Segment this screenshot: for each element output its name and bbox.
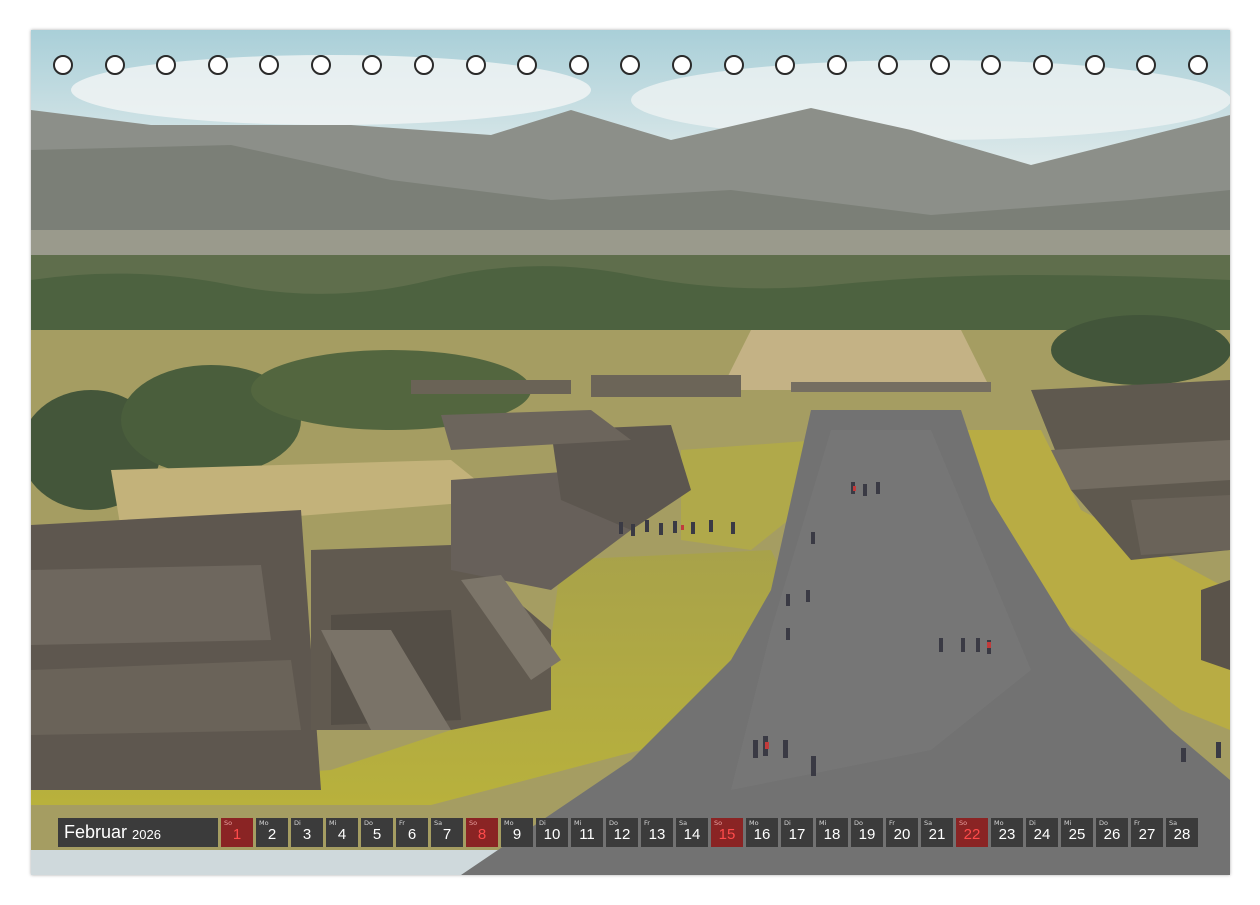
day-number: 11 (579, 826, 595, 843)
day-cell: Di 10 (536, 818, 568, 847)
day-cell: Mo 23 (991, 818, 1023, 847)
day-number: 22 (963, 826, 981, 843)
day-cell: Mi 4 (326, 818, 358, 847)
day-number: 27 (1138, 826, 1156, 843)
day-cell: Fr 6 (396, 818, 428, 847)
day-cell: Mo 2 (256, 818, 288, 847)
day-cell: So 8 (466, 818, 498, 847)
day-cell: Fr 20 (886, 818, 918, 847)
day-cell: Do 5 (361, 818, 393, 847)
binding-hole (1136, 55, 1157, 75)
day-number: 28 (1173, 826, 1191, 843)
day-cell: Sa 28 (1166, 818, 1198, 847)
day-number: 5 (372, 826, 382, 843)
binding-hole (981, 55, 1002, 75)
day-number: 15 (718, 826, 736, 843)
binding-hole (1032, 55, 1053, 75)
binding-hole (775, 55, 796, 75)
day-cell: Fr 27 (1131, 818, 1163, 847)
day-cell: Fr 13 (641, 818, 673, 847)
binding-hole (517, 55, 538, 75)
day-number: 24 (1033, 826, 1051, 843)
day-number: 20 (893, 826, 911, 843)
day-number: 13 (648, 826, 666, 843)
binding-hole (826, 55, 847, 75)
calendar-page: Februar 2026 So 1 Mo 2 Di 3 Mi 4 Do 5 Fr 6 Sa 7 So 8 Mo 9… (31, 30, 1230, 875)
day-cell: Mo 16 (746, 818, 778, 847)
day-number: 16 (753, 826, 771, 843)
day-number: 6 (407, 826, 417, 843)
binding-holes (53, 55, 1208, 79)
day-number: 10 (543, 826, 561, 843)
day-cell: So 1 (221, 818, 253, 847)
binding-hole (1187, 55, 1208, 75)
day-number: 25 (1068, 826, 1086, 843)
binding-hole (620, 55, 641, 75)
day-number: 12 (613, 826, 631, 843)
binding-hole (259, 55, 280, 75)
landscape-photo (31, 30, 1230, 875)
year-label: 2026 (132, 826, 161, 842)
binding-hole (723, 55, 744, 75)
day-number: 3 (302, 826, 312, 843)
day-number: 19 (858, 826, 876, 843)
day-number: 14 (683, 826, 701, 843)
day-number: 8 (477, 826, 487, 843)
day-cell: Do 12 (606, 818, 638, 847)
month-name: Februar (64, 822, 128, 842)
day-cell: So 15 (711, 818, 743, 847)
day-number: 2 (267, 826, 277, 843)
binding-hole (310, 55, 331, 75)
day-number: 18 (823, 826, 841, 843)
day-cell: So 22 (956, 818, 988, 847)
day-number: 4 (337, 826, 347, 843)
calendar-bar: Februar 2026 So 1 Mo 2 Di 3 Mi 4 Do 5 Fr 6 Sa 7 So 8 Mo 9… (58, 817, 1203, 848)
day-cell: Mo 9 (501, 818, 533, 847)
day-cell: Mi 25 (1061, 818, 1093, 847)
day-cell: Do 26 (1096, 818, 1128, 847)
binding-hole (207, 55, 228, 75)
day-cell: Sa 7 (431, 818, 463, 847)
day-strip: So 1 Mo 2 Di 3 Mi 4 Do 5 Fr 6 Sa 7 So 8 Mo 9 Di 10 Mi 11 Do 12 F… (221, 818, 1198, 847)
binding-hole (1084, 55, 1105, 75)
day-cell: Mi 18 (816, 818, 848, 847)
day-number: 23 (998, 826, 1016, 843)
day-number: 9 (512, 826, 522, 843)
day-cell: Di 17 (781, 818, 813, 847)
day-number: 26 (1103, 826, 1121, 843)
month-label: Februar 2026 (58, 818, 218, 847)
day-cell: Di 3 (291, 818, 323, 847)
binding-hole (671, 55, 692, 75)
day-number: 7 (442, 826, 452, 843)
day-cell: Sa 14 (676, 818, 708, 847)
binding-hole (414, 55, 435, 75)
binding-hole (53, 55, 73, 75)
day-cell: Mi 11 (571, 818, 603, 847)
binding-hole (568, 55, 589, 75)
day-cell: Sa 21 (921, 818, 953, 847)
day-cell: Di 24 (1026, 818, 1058, 847)
binding-hole (465, 55, 486, 75)
day-number: 21 (928, 826, 946, 843)
day-number: 1 (232, 826, 242, 843)
binding-hole (878, 55, 899, 75)
day-number: 17 (788, 826, 806, 843)
binding-hole (104, 55, 125, 75)
binding-hole (929, 55, 950, 75)
day-cell: Do 19 (851, 818, 883, 847)
binding-hole (156, 55, 177, 75)
binding-hole (362, 55, 383, 75)
